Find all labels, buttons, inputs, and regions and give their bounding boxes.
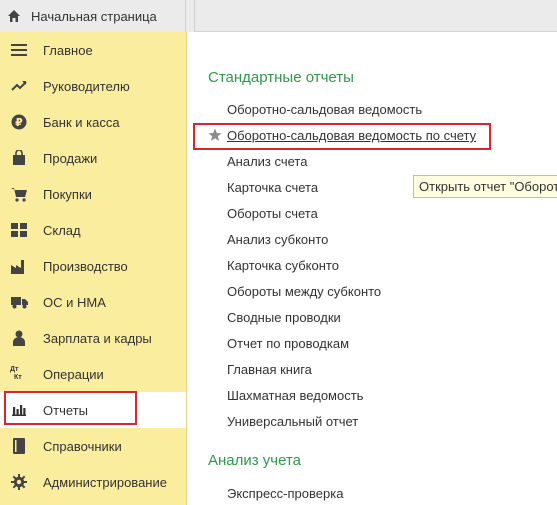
report-link[interactable]: Главная книга — [227, 362, 312, 377]
report-link-selected[interactable]: Оборотно-сальдовая ведомость по счету — [227, 128, 476, 143]
truck-icon — [10, 293, 28, 311]
sidebar-item-label: Продажи — [43, 150, 98, 166]
sidebar-item-label: Банк и касса — [43, 114, 120, 130]
sidebar-item-salary[interactable]: Зарплата и кадры — [0, 320, 186, 356]
sidebar-item-bank[interactable]: ₽ Банк и касса — [0, 104, 186, 140]
sidebar-item-manager[interactable]: Руководителю — [0, 68, 186, 104]
dt-label: Дт — [10, 366, 19, 373]
sidebar-item-label: Главное — [43, 42, 93, 58]
sidebar: Главное Руководителю ₽ Банк и касса Прод… — [0, 32, 187, 505]
sidebar-item-label: Отчеты — [43, 402, 88, 418]
report-link[interactable]: Универсальный отчет — [227, 414, 358, 429]
top-tab-bar: Начальная страница — [0, 0, 557, 32]
report-link[interactable]: Сводные проводки — [227, 310, 341, 325]
factory-icon — [10, 257, 28, 275]
sidebar-item-purchases[interactable]: Покупки — [0, 176, 186, 212]
section-title-analysis: Анализ учета — [208, 452, 302, 469]
sidebar-item-assets[interactable]: ОС и НМА — [0, 284, 186, 320]
sidebar-item-sales[interactable]: Продажи — [0, 140, 186, 176]
gear-icon — [10, 473, 28, 491]
shopping-bag-icon — [10, 149, 28, 167]
ruble-coin-icon: ₽ — [10, 113, 28, 131]
cart-icon — [10, 185, 28, 203]
report-link[interactable]: Отчет по проводкам — [227, 336, 349, 351]
menu-lines-icon — [10, 41, 28, 59]
sidebar-item-label: Склад — [43, 222, 81, 238]
section-title-standard-reports: Стандартные отчеты — [208, 69, 354, 86]
report-link[interactable]: Анализ счета — [227, 154, 307, 169]
dt-kt-icon: Дт Кт — [10, 365, 28, 383]
sidebar-item-production[interactable]: Производство — [0, 248, 186, 284]
sidebar-item-label: Администрирование — [43, 474, 167, 490]
person-icon — [10, 329, 28, 347]
kt-label: Кт — [14, 374, 22, 381]
sidebar-item-label: ОС и НМА — [43, 294, 106, 310]
sidebar-item-reports[interactable]: Отчеты — [0, 392, 186, 428]
report-link[interactable]: Оборотно-сальдовая ведомость — [227, 102, 422, 117]
report-link[interactable]: Экспресс-проверка — [227, 486, 343, 501]
warehouse-grid-icon — [10, 221, 28, 239]
report-link[interactable]: Обороты счета — [227, 206, 318, 221]
tab-separator — [186, 0, 195, 32]
sidebar-item-admin[interactable]: Администрирование — [0, 464, 186, 500]
report-link[interactable]: Карточка счета — [227, 180, 318, 195]
report-link[interactable]: Шахматная ведомость — [227, 388, 363, 403]
sidebar-item-warehouse[interactable]: Склад — [0, 212, 186, 248]
sidebar-item-references[interactable]: Справочники — [0, 428, 186, 464]
sidebar-item-label: Зарплата и кадры — [43, 330, 152, 346]
svg-text:₽: ₽ — [15, 116, 23, 129]
sidebar-item-main[interactable]: Главное — [0, 32, 186, 68]
book-icon — [10, 437, 28, 455]
sidebar-item-label: Производство — [43, 258, 128, 274]
home-page-tab-label: Начальная страница — [31, 8, 157, 24]
sidebar-item-label: Покупки — [43, 186, 92, 202]
sidebar-item-operations[interactable]: Дт Кт Операции — [0, 356, 186, 392]
report-link[interactable]: Карточка субконто — [227, 258, 339, 273]
bar-chart-icon — [10, 401, 28, 419]
home-page-tab[interactable]: Начальная страница — [0, 0, 186, 32]
tooltip: Открыть отчет "Оборот — [413, 175, 557, 198]
report-link[interactable]: Обороты между субконто — [227, 284, 381, 299]
sidebar-item-label: Операции — [43, 366, 104, 382]
sidebar-item-label: Руководителю — [43, 78, 130, 94]
star-icon[interactable] — [208, 128, 222, 142]
report-link[interactable]: Анализ субконто — [227, 232, 328, 247]
sidebar-item-label: Справочники — [43, 438, 122, 454]
home-icon — [6, 8, 22, 24]
trend-icon — [10, 77, 28, 95]
